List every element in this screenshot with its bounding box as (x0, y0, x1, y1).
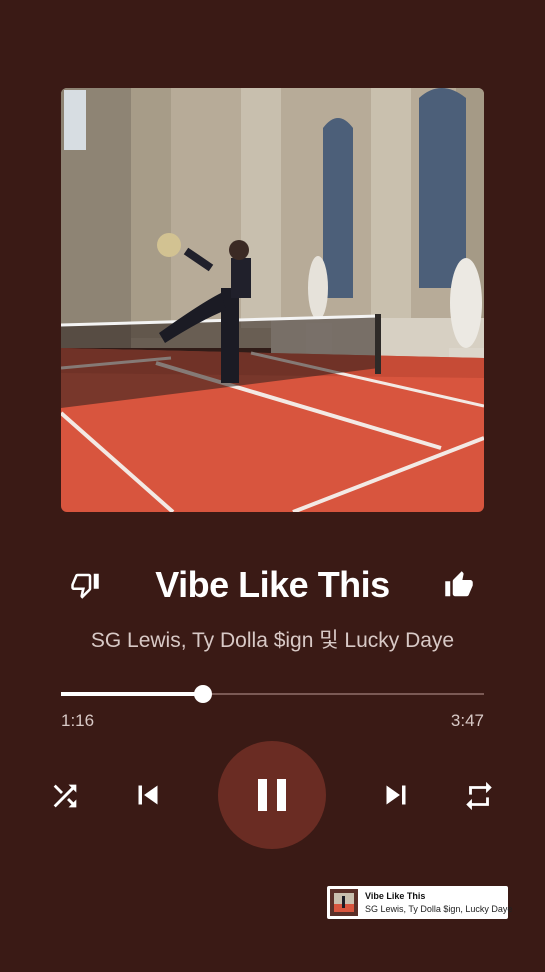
play-pause-button[interactable] (218, 741, 326, 849)
artist-names: SG Lewis, Ty Dolla $ign 및 Lucky Daye (90, 629, 455, 652)
song-title: Vibe Like This (155, 564, 390, 605)
notification-subtitle: SG Lewis, Ty Dolla $ign, Lucky Daye (365, 904, 513, 914)
skip-previous-icon[interactable] (129, 776, 167, 814)
now-playing-notification[interactable]: Vibe Like This SG Lewis, Ty Dolla $ign, … (327, 886, 512, 919)
progress-thumb[interactable] (193, 685, 212, 703)
thumbs-up-filled-icon[interactable] (444, 570, 474, 600)
pause-icon (252, 775, 292, 815)
title-row: Vibe Like This (0, 560, 545, 616)
progress-slider[interactable] (61, 685, 484, 703)
notification-thumbnail (330, 889, 358, 916)
progress-fill (61, 692, 203, 696)
shuffle-icon[interactable] (48, 779, 82, 813)
notification-title: Vibe Like This (365, 891, 426, 901)
current-time: 1:16 (61, 711, 95, 730)
thumbs-down-outline-icon[interactable] (70, 570, 100, 600)
skip-next-icon[interactable] (377, 776, 415, 814)
album-art (61, 88, 484, 512)
total-time: 3:47 (450, 711, 484, 730)
repeat-icon[interactable] (462, 779, 496, 813)
